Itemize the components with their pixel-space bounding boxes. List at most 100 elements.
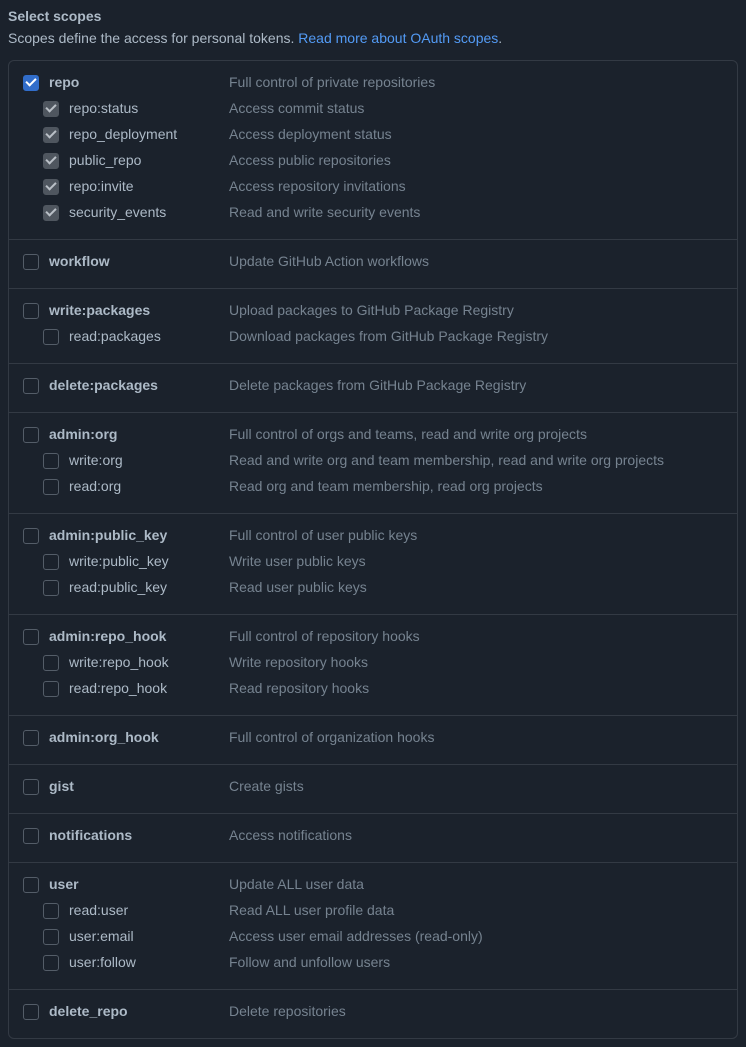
scope-label[interactable]: public_repo <box>69 151 229 168</box>
scope-label[interactable]: security_events <box>69 203 229 220</box>
scope-label[interactable]: read:user <box>69 901 229 918</box>
scope-label[interactable]: repo:status <box>69 99 229 116</box>
scope-label[interactable]: read:packages <box>69 327 229 344</box>
subtitle-period: . <box>498 30 502 46</box>
scope-label[interactable]: write:public_key <box>69 552 229 569</box>
scope-checkbox[interactable] <box>43 479 59 495</box>
scope-checkbox[interactable] <box>23 75 39 91</box>
scope-row: admin:org_hookFull control of organizati… <box>23 726 723 752</box>
scope-description: Update GitHub Action workflows <box>229 252 723 269</box>
scope-checkbox[interactable] <box>43 101 59 117</box>
scope-label[interactable]: workflow <box>49 252 229 269</box>
scope-label[interactable]: read:org <box>69 477 229 494</box>
scope-description: Full control of user public keys <box>229 526 723 543</box>
scope-checkbox[interactable] <box>23 629 39 645</box>
scope-checkbox[interactable] <box>23 779 39 795</box>
scope-description: Read and write security events <box>229 203 723 220</box>
scope-checkbox[interactable] <box>43 153 59 169</box>
scope-checkbox[interactable] <box>43 453 59 469</box>
scope-label[interactable]: user:email <box>69 927 229 944</box>
scope-group: admin:orgFull control of orgs and teams,… <box>9 413 737 514</box>
scope-label[interactable]: delete:packages <box>49 376 229 393</box>
scope-row: user:emailAccess user email addresses (r… <box>23 925 723 951</box>
scope-description: Follow and unfollow users <box>229 953 723 970</box>
scopes-container: repoFull control of private repositories… <box>8 60 738 1039</box>
scope-description: Read ALL user profile data <box>229 901 723 918</box>
scope-checkbox[interactable] <box>23 254 39 270</box>
scope-label[interactable]: admin:org <box>49 425 229 442</box>
scope-description: Update ALL user data <box>229 875 723 892</box>
section-subtitle: Scopes define the access for personal to… <box>8 30 738 46</box>
scope-label[interactable]: admin:org_hook <box>49 728 229 745</box>
scope-checkbox[interactable] <box>23 528 39 544</box>
scope-row: admin:repo_hookFull control of repositor… <box>23 625 723 651</box>
scope-row: read:packagesDownload packages from GitH… <box>23 325 723 351</box>
scope-checkbox[interactable] <box>23 303 39 319</box>
scope-label[interactable]: gist <box>49 777 229 794</box>
scope-checkbox[interactable] <box>43 929 59 945</box>
scope-description: Full control of repository hooks <box>229 627 723 644</box>
scope-description: Access user email addresses (read-only) <box>229 927 723 944</box>
scope-description: Read org and team membership, read org p… <box>229 477 723 494</box>
scope-label[interactable]: notifications <box>49 826 229 843</box>
scope-label[interactable]: admin:repo_hook <box>49 627 229 644</box>
scope-row: read:orgRead org and team membership, re… <box>23 475 723 501</box>
scope-checkbox[interactable] <box>43 655 59 671</box>
scope-checkbox[interactable] <box>23 427 39 443</box>
scope-checkbox[interactable] <box>43 329 59 345</box>
scope-label[interactable]: repo_deployment <box>69 125 229 142</box>
scope-description: Access commit status <box>229 99 723 116</box>
scope-row: delete_repoDelete repositories <box>23 1000 723 1026</box>
scope-checkbox[interactable] <box>23 828 39 844</box>
scope-checkbox[interactable] <box>23 730 39 746</box>
scope-checkbox[interactable] <box>43 580 59 596</box>
scope-row: public_repoAccess public repositories <box>23 149 723 175</box>
scope-description: Read user public keys <box>229 578 723 595</box>
scope-row: read:public_keyRead user public keys <box>23 576 723 602</box>
scope-label[interactable]: repo <box>49 73 229 90</box>
oauth-scopes-link[interactable]: Read more about OAuth scopes <box>298 30 498 46</box>
scope-label[interactable]: read:repo_hook <box>69 679 229 696</box>
scope-description: Read repository hooks <box>229 679 723 696</box>
scope-label[interactable]: user:follow <box>69 953 229 970</box>
scope-label[interactable]: write:repo_hook <box>69 653 229 670</box>
scope-description: Write user public keys <box>229 552 723 569</box>
scope-row: delete:packagesDelete packages from GitH… <box>23 374 723 400</box>
scope-checkbox[interactable] <box>43 955 59 971</box>
scope-row: read:userRead ALL user profile data <box>23 899 723 925</box>
scope-checkbox[interactable] <box>43 127 59 143</box>
scope-checkbox[interactable] <box>43 179 59 195</box>
scope-row: write:public_keyWrite user public keys <box>23 550 723 576</box>
scope-label[interactable]: write:org <box>69 451 229 468</box>
scope-label[interactable]: write:packages <box>49 301 229 318</box>
scope-description: Access deployment status <box>229 125 723 142</box>
scope-row: write:repo_hookWrite repository hooks <box>23 651 723 677</box>
scope-group: gistCreate gists <box>9 765 737 814</box>
scope-group: workflowUpdate GitHub Action workflows <box>9 240 737 289</box>
scope-row: notificationsAccess notifications <box>23 824 723 850</box>
scope-group: delete:packagesDelete packages from GitH… <box>9 364 737 413</box>
scope-description: Download packages from GitHub Package Re… <box>229 327 723 344</box>
scope-label[interactable]: user <box>49 875 229 892</box>
scope-checkbox[interactable] <box>23 877 39 893</box>
scope-row: repo:statusAccess commit status <box>23 97 723 123</box>
scope-checkbox[interactable] <box>43 205 59 221</box>
scope-label[interactable]: repo:invite <box>69 177 229 194</box>
scope-row: security_eventsRead and write security e… <box>23 201 723 227</box>
scope-label[interactable]: admin:public_key <box>49 526 229 543</box>
scope-checkbox[interactable] <box>23 1004 39 1020</box>
scope-row: gistCreate gists <box>23 775 723 801</box>
scope-label[interactable]: read:public_key <box>69 578 229 595</box>
scope-checkbox[interactable] <box>43 681 59 697</box>
scope-checkbox[interactable] <box>23 378 39 394</box>
scope-description: Create gists <box>229 777 723 794</box>
scope-description: Upload packages to GitHub Package Regist… <box>229 301 723 318</box>
scope-group: delete_repoDelete repositories <box>9 990 737 1038</box>
scope-checkbox[interactable] <box>43 903 59 919</box>
scope-description: Access repository invitations <box>229 177 723 194</box>
scope-row: admin:orgFull control of orgs and teams,… <box>23 423 723 449</box>
scope-description: Full control of organization hooks <box>229 728 723 745</box>
scope-group: write:packagesUpload packages to GitHub … <box>9 289 737 364</box>
scope-label[interactable]: delete_repo <box>49 1002 229 1019</box>
scope-checkbox[interactable] <box>43 554 59 570</box>
